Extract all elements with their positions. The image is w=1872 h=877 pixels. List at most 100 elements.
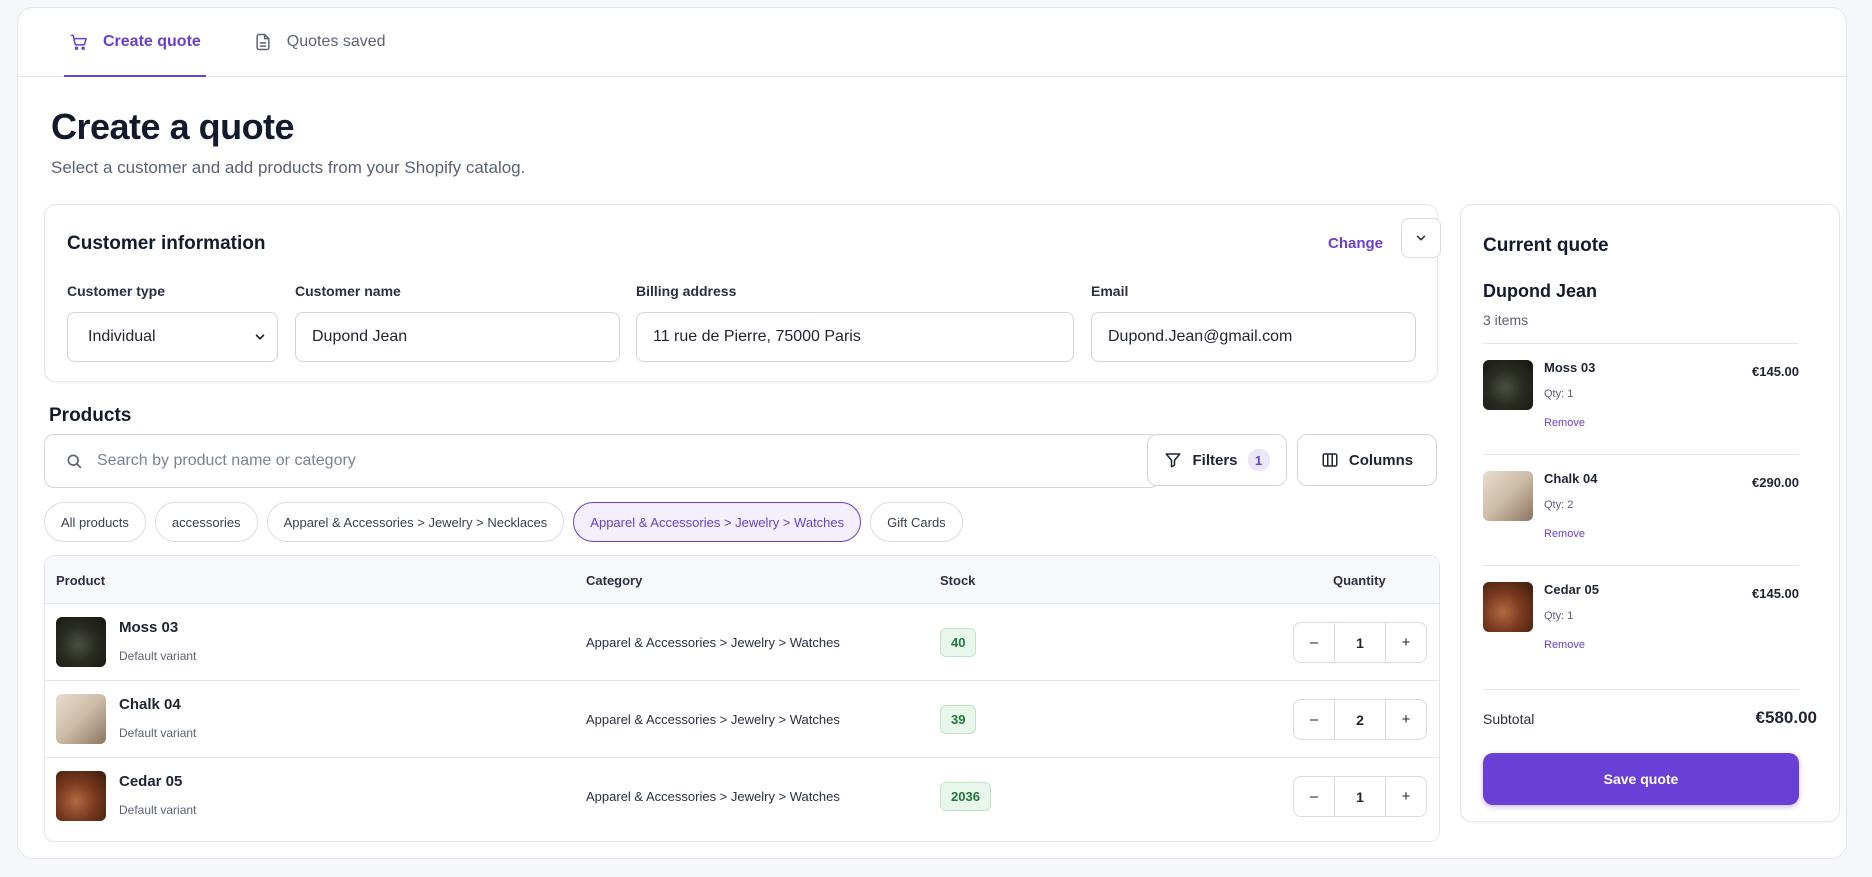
chip-necklaces[interactable]: Apparel & Accessories > Jewelry > Neckla… <box>266 502 565 542</box>
remove-link[interactable]: Remove <box>1544 528 1585 540</box>
quote-title: Current quote <box>1483 235 1609 256</box>
quote-item-thumbnail <box>1483 582 1533 632</box>
increment-button[interactable]: + <box>1386 700 1426 739</box>
customer-name-field[interactable]: Dupond Jean <box>295 312 620 362</box>
remove-link[interactable]: Remove <box>1544 639 1585 651</box>
chevron-down-icon <box>255 334 265 340</box>
quote-item-name: Cedar 05 <box>1544 582 1599 597</box>
product-name: Moss 03 <box>119 619 179 636</box>
billing-address-value: 11 rue de Pierre, 75000 Paris <box>653 328 861 345</box>
customer-card-title: Customer information <box>67 233 266 254</box>
billing-address-label: Billing address <box>636 283 737 299</box>
product-category: Apparel & Accessories > Jewelry > Watche… <box>586 789 840 804</box>
quantity-stepper: – 1 + <box>1293 776 1427 817</box>
table-row: Cedar 05 Default variant Apparel & Acces… <box>45 758 1439 835</box>
chip-gift-cards[interactable]: Gift Cards <box>870 502 963 542</box>
customer-type-label: Customer type <box>67 283 166 299</box>
chip-accessories[interactable]: accessories <box>154 502 258 542</box>
decrement-button[interactable]: – <box>1294 777 1334 816</box>
product-variant: Default variant <box>119 726 197 740</box>
quote-item-name: Chalk 04 <box>1544 471 1598 486</box>
table-row: Chalk 04 Default variant Apparel & Acces… <box>45 681 1439 758</box>
column-header-product: Product <box>56 573 106 588</box>
quote-line-item: Moss 03 Qty: 1 Remove €145.00 <box>1483 343 1799 454</box>
stock-badge: 39 <box>940 705 977 734</box>
quantity-value[interactable]: 2 <box>1334 700 1386 739</box>
customer-type-value: Individual <box>88 328 156 345</box>
chevron-down-icon <box>1416 235 1426 241</box>
quote-item-qty: Qty: 1 <box>1544 610 1574 622</box>
page-title: Create a quote <box>51 106 295 147</box>
email-field[interactable]: Dupond.Jean@gmail.com <box>1091 312 1416 362</box>
product-name: Cedar 05 <box>119 773 183 790</box>
quote-item-price: €145.00 <box>1752 586 1799 601</box>
remove-link[interactable]: Remove <box>1544 417 1585 429</box>
search-placeholder: Search by product name or category <box>97 452 356 469</box>
quote-line-item: Chalk 04 Qty: 2 Remove €290.00 <box>1483 454 1799 565</box>
app-window: Create quote Quotes saved Create a quote… <box>17 7 1847 859</box>
current-quote-panel: Current quote Dupond Jean 3 items Moss 0… <box>1460 204 1840 822</box>
decrement-button[interactable]: – <box>1294 623 1334 662</box>
quote-item-thumbnail <box>1483 471 1533 521</box>
product-search-input[interactable]: Search by product name or category <box>44 434 1160 488</box>
quantity-stepper: – 2 + <box>1293 699 1427 740</box>
document-icon <box>256 33 270 51</box>
tab-label: Quotes saved <box>286 33 386 50</box>
subtotal-label: Subtotal <box>1483 711 1535 727</box>
quote-item-price: €290.00 <box>1752 475 1799 490</box>
column-header-category: Category <box>586 573 643 588</box>
quantity-value[interactable]: 1 <box>1334 777 1386 816</box>
subtotal-divider <box>1483 689 1799 690</box>
product-category: Apparel & Accessories > Jewelry > Watche… <box>586 712 840 727</box>
stock-badge: 40 <box>940 628 977 657</box>
search-icon <box>67 454 82 469</box>
tab-label: Create quote <box>103 33 201 50</box>
product-thumbnail <box>56 694 106 744</box>
tab-quotes-saved[interactable]: Quotes saved <box>248 8 391 76</box>
table-header: Product Category Stock Quantity <box>45 556 1439 604</box>
save-quote-button[interactable]: Save quote <box>1483 753 1799 805</box>
stock-badge: 2036 <box>940 782 991 811</box>
quote-item-qty: Qty: 2 <box>1544 499 1574 511</box>
customer-card: Customer information Change Customer typ… <box>44 204 1441 382</box>
quote-item-price: €145.00 <box>1752 364 1799 379</box>
column-header-stock: Stock <box>940 573 976 588</box>
columns-icon <box>1322 453 1338 467</box>
quote-customer-name: Dupond Jean <box>1483 281 1598 301</box>
category-chips: All products accessories Apparel & Acces… <box>44 502 963 542</box>
product-variant: Default variant <box>119 803 197 817</box>
table-row: Moss 03 Default variant Apparel & Access… <box>45 604 1439 681</box>
columns-button[interactable]: Columns <box>1297 434 1437 486</box>
quote-item-thumbnail <box>1483 360 1533 410</box>
quantity-stepper: – 1 + <box>1293 622 1427 663</box>
product-thumbnail <box>56 617 106 667</box>
chip-watches[interactable]: Apparel & Accessories > Jewelry > Watche… <box>573 502 862 542</box>
product-thumbnail <box>56 771 106 821</box>
customer-type-select[interactable]: Individual <box>67 312 278 362</box>
filters-button[interactable]: Filters 1 <box>1147 434 1287 486</box>
product-name: Chalk 04 <box>119 696 181 713</box>
change-customer-link[interactable]: Change <box>1328 235 1383 252</box>
quote-line-item: Cedar 05 Qty: 1 Remove €145.00 <box>1483 565 1799 676</box>
email-value: Dupond.Jean@gmail.com <box>1108 328 1293 345</box>
customer-name-value: Dupond Jean <box>312 328 408 345</box>
product-variant: Default variant <box>119 649 197 663</box>
tab-create-quote[interactable]: Create quote <box>64 8 206 77</box>
products-title: Products <box>49 405 132 426</box>
page-subtitle: Select a customer and add products from … <box>51 158 526 177</box>
column-header-quantity: Quantity <box>1333 573 1386 588</box>
chip-all-products[interactable]: All products <box>44 502 146 542</box>
subtotal-value: €580.00 <box>1755 708 1817 727</box>
decrement-button[interactable]: – <box>1294 700 1334 739</box>
collapse-button[interactable] <box>1401 218 1441 258</box>
increment-button[interactable]: + <box>1386 777 1426 816</box>
increment-button[interactable]: + <box>1386 623 1426 662</box>
billing-address-field[interactable]: 11 rue de Pierre, 75000 Paris <box>636 312 1074 362</box>
email-label: Email <box>1091 283 1129 299</box>
customer-name-label: Customer name <box>295 283 401 299</box>
columns-label: Columns <box>1348 451 1414 469</box>
quote-item-name: Moss 03 <box>1544 360 1596 375</box>
quantity-value[interactable]: 1 <box>1334 623 1386 662</box>
cart-icon <box>70 34 87 50</box>
filter-icon <box>1165 453 1181 468</box>
